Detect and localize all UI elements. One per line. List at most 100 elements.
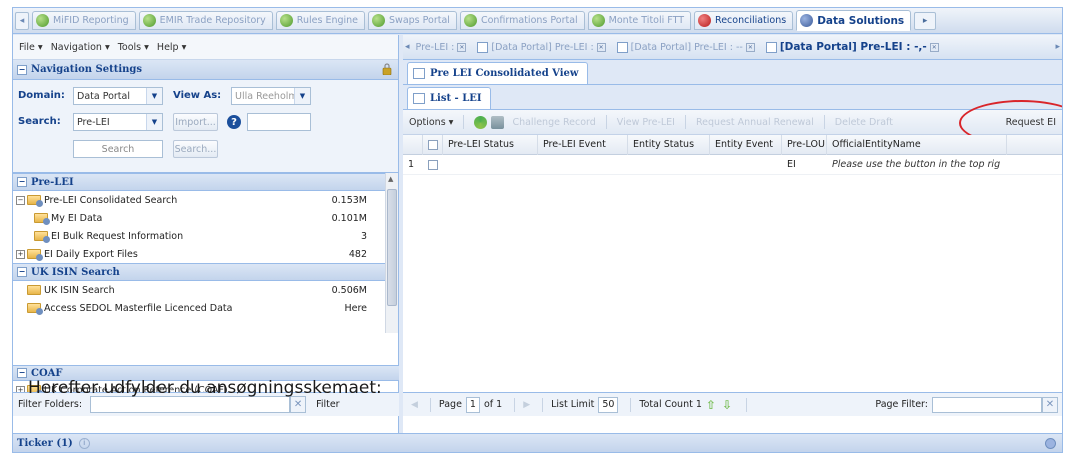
row-checkbox[interactable]	[428, 159, 438, 170]
tree-item[interactable]: Access SEDOL Masterfile Licenced Data Her…	[13, 299, 385, 317]
arrow-down-icon[interactable]: ⇩	[722, 398, 732, 412]
collapse-icon[interactable]: −	[17, 64, 27, 75]
view-as-select[interactable]: Ulla Reeholm ▼	[231, 87, 311, 105]
scroll-left-icon[interactable]: ◂	[15, 11, 29, 30]
tab-mifid-reporting[interactable]: MiFID Reporting	[32, 11, 136, 30]
tab-list-lei[interactable]: List - LEI	[407, 87, 491, 109]
filter-folders-input[interactable]	[90, 396, 291, 413]
view-pre-lei-button[interactable]: View Pre-LEI	[617, 117, 675, 128]
document-tab[interactable]: [Data Portal] Pre-LEI : -- ✕	[613, 38, 759, 57]
menu-help[interactable]: Help ▾	[157, 42, 186, 53]
chevron-down-icon[interactable]: ▼	[146, 114, 162, 130]
separator	[630, 397, 632, 412]
separator	[429, 397, 431, 412]
document-tab[interactable]: [Data Portal] Pre-LEI : ✕	[473, 38, 609, 57]
request-annual-renewal-button[interactable]: Request Annual Renewal	[696, 117, 814, 128]
help-icon[interactable]: ?	[227, 115, 241, 129]
folder-icon	[27, 195, 43, 207]
scroll-right-icon[interactable]: ▸	[1055, 42, 1060, 52]
globe-icon[interactable]	[1045, 437, 1056, 449]
tab-data-solutions[interactable]: Data Solutions	[796, 10, 912, 31]
close-icon[interactable]: ✕	[596, 42, 606, 52]
column-header[interactable]: Pre-LEI Event	[538, 134, 628, 155]
tree-item[interactable]: EI Bulk Request Information 3	[13, 227, 385, 245]
export-icon[interactable]	[491, 115, 505, 129]
ticker-bar[interactable]: Ticker (1) i	[13, 433, 1062, 452]
arrow-up-icon[interactable]: ⇧	[706, 398, 716, 412]
document-tab[interactable]: Pre-LEI : ✕	[412, 38, 471, 57]
menu-tools[interactable]: Tools ▾	[118, 42, 149, 53]
top-tabs: MiFID Reporting EMIR Trade Repository Rule…	[32, 10, 914, 31]
tab-confirmations-portal[interactable]: Confirmations Portal	[459, 11, 585, 30]
domain-select[interactable]: Data Portal ▼	[73, 87, 163, 105]
search-type-select[interactable]: Pre-LEI ▼	[73, 113, 163, 131]
column-header[interactable]: Entity Status	[628, 134, 710, 155]
column-header[interactable]: Entity Event	[710, 134, 782, 155]
document-tab[interactable]: [Data Portal] Pre-LEI : -,- ✕	[762, 38, 943, 57]
tree-item[interactable]: UK ISIN Search 0.506M	[13, 281, 385, 299]
tree-item[interactable]: + EI Daily Export Files 482	[13, 245, 385, 263]
collapse-icon[interactable]: −	[17, 177, 27, 187]
page-filter-input[interactable]	[932, 396, 1042, 413]
extra-input[interactable]	[247, 113, 311, 131]
tab-pre-lei-consolidated-view[interactable]: Pre LEI Consolidated View	[407, 62, 588, 84]
tab-rules-engine[interactable]: Rules Engine	[275, 11, 366, 30]
document-icon	[765, 41, 777, 53]
select-all-checkbox[interactable]	[428, 139, 438, 150]
collapse-icon[interactable]: −	[17, 368, 27, 378]
grid-toolbar: Options ▾ Challenge Record View Pre-LEI …	[403, 100, 1062, 146]
menu-file[interactable]: File ▾	[19, 42, 43, 53]
tab-emir-trade-repository[interactable]: EMIR Trade Repository	[138, 11, 273, 30]
next-page-icon[interactable]: ▶	[523, 400, 530, 410]
import-button[interactable]: Import...	[173, 113, 218, 131]
section-uk-isin[interactable]: − UK ISIN Search	[13, 263, 385, 281]
close-icon[interactable]: ✕	[457, 42, 467, 52]
tab-reconciliations[interactable]: Reconciliations	[694, 11, 794, 30]
menu-navigation[interactable]: Navigation ▾	[51, 42, 110, 53]
expand-node-icon[interactable]: +	[16, 249, 25, 259]
column-header[interactable]: OfficialEntityName	[827, 134, 1007, 155]
tree-item[interactable]: My EI Data 0.101M	[13, 209, 385, 227]
search-input[interactable]: Search	[73, 140, 163, 158]
tab-swaps-portal[interactable]: Swaps Portal	[368, 11, 457, 30]
first-page-icon[interactable]: ◀	[411, 400, 418, 410]
clear-icon[interactable]: ✕	[290, 396, 307, 413]
tree-item-count: 0.101M	[331, 212, 367, 224]
collapse-node-icon[interactable]: −	[16, 195, 25, 205]
challenge-record-button[interactable]: Challenge Record	[512, 117, 595, 128]
page-input[interactable]: 1	[465, 396, 480, 413]
column-header[interactable]: Pre-LOU	[782, 134, 827, 155]
pagination-bar: ◀ Page 1 of 1 ▶ List Limit 50 Total Coun…	[403, 392, 1062, 416]
tab-menu-icon[interactable]: ▸	[914, 11, 937, 30]
tree-item-label: EI Bulk Request Information	[51, 230, 184, 242]
close-icon[interactable]: ✕	[745, 42, 755, 52]
list-limit-input[interactable]: 50	[598, 396, 619, 413]
scroll-left-icon[interactable]: ◂	[405, 42, 410, 52]
search-button[interactable]: Search...	[173, 140, 218, 158]
collapse-icon[interactable]: −	[17, 267, 27, 277]
options-menu[interactable]: Options ▾	[409, 117, 453, 128]
globe-green-icon	[142, 14, 156, 27]
close-icon[interactable]: ✕	[929, 42, 939, 52]
refresh-icon[interactable]	[474, 115, 488, 129]
tree-item[interactable]: − Pre-LEI Consolidated Search 0.153M	[13, 191, 385, 209]
table-row[interactable]: 1 EI Please use the button in the top rig	[403, 155, 1062, 175]
column-header[interactable]: Pre-LEI Status	[443, 134, 538, 155]
clear-icon[interactable]: ✕	[1042, 396, 1058, 413]
chevron-down-icon[interactable]: ▼	[146, 88, 162, 104]
navigation-settings-header[interactable]: − Navigation Settings	[13, 60, 398, 80]
delete-draft-button[interactable]: Delete Draft	[835, 117, 893, 128]
info-icon[interactable]: i	[78, 437, 90, 449]
globe-green-icon	[463, 14, 477, 27]
list-limit-label: List Limit	[551, 399, 595, 410]
scrollbar-thumb[interactable]	[387, 189, 397, 306]
lock-icon[interactable]	[382, 63, 392, 75]
vertical-scrollbar[interactable]: ▲	[385, 173, 398, 333]
top-tab-bar: ◂ MiFID Reporting EMIR Trade Repository Ru…	[13, 8, 1062, 34]
filter-button[interactable]: Filter	[316, 399, 340, 410]
chevron-down-icon[interactable]: ▼	[294, 88, 310, 104]
page-label: Page	[438, 399, 462, 410]
scroll-up-icon[interactable]: ▲	[388, 175, 393, 183]
tab-monte-titoli-ftt[interactable]: Monte Titoli FTT	[587, 11, 692, 30]
section-pre-lei[interactable]: − Pre-LEI	[13, 173, 385, 191]
